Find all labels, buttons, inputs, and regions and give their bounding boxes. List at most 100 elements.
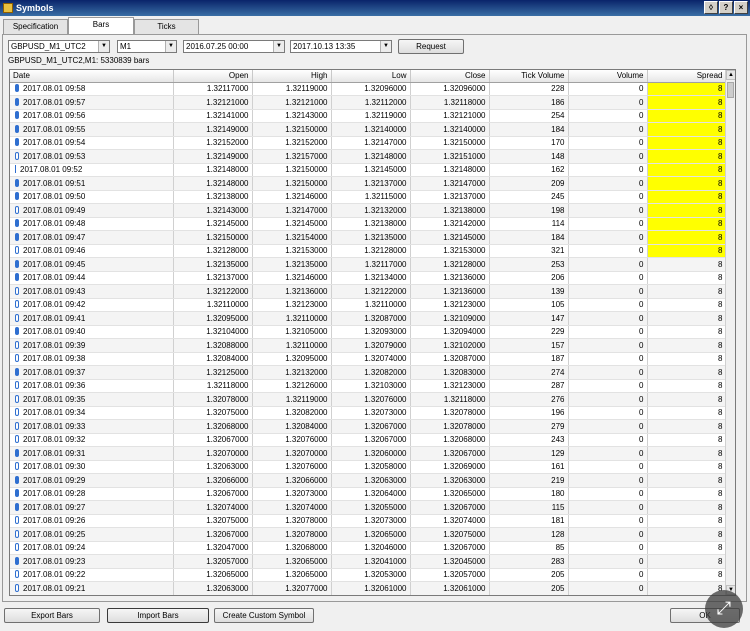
table-row[interactable]: 2017.08.01 09:35 1.32078000 1.32119000 1.32… (10, 392, 727, 407)
vol-cell: 0 (568, 365, 648, 380)
table-row[interactable]: 2017.08.01 09:51 1.32148000 1.32150000 1.32… (10, 176, 727, 191)
vol-cell: 0 (568, 325, 648, 339)
scroll-up-arrow-icon[interactable]: ▲ (726, 70, 735, 80)
table-row[interactable]: 2017.08.01 09:23 1.32057000 1.32065000 1.32… (10, 554, 727, 569)
table-row[interactable]: 2017.08.01 09:49 1.32143000 1.32147000 1.32… (10, 203, 727, 218)
table-row[interactable]: 2017.08.01 09:56 1.32141000 1.32143000 1.32… (10, 109, 727, 123)
column-header-open[interactable]: Open (173, 70, 253, 83)
request-button[interactable]: Request (398, 39, 464, 54)
open-cell: 1.32117000 (173, 82, 253, 96)
tick-cell: 85 (489, 541, 569, 555)
high-cell: 1.32110000 (252, 311, 332, 326)
date-text: 2017.08.01 09:25 (23, 529, 86, 539)
spread-cell: 8 (647, 136, 727, 150)
date-text: 2017.08.01 09:44 (23, 273, 86, 283)
table-row[interactable]: 2017.08.01 09:53 1.32149000 1.32157000 1.32… (10, 149, 727, 164)
date-to-picker[interactable]: 2017.10.13 13:35 ▼ (290, 40, 392, 53)
table-row[interactable]: 2017.08.01 09:46 1.32128000 1.32153000 1.32… (10, 244, 727, 258)
table-row[interactable]: 2017.08.01 09:29 1.32066000 1.32066000 1.32… (10, 473, 727, 488)
date-to-value: 2017.10.13 13:35 (293, 42, 356, 51)
tick-cell: 205 (489, 568, 569, 582)
table-row[interactable]: 2017.08.01 09:30 1.32063000 1.32076000 1.32… (10, 460, 727, 474)
tick-cell: 274 (489, 365, 569, 380)
column-header-close[interactable]: Close (410, 70, 490, 83)
chevron-down-icon[interactable]: ▼ (273, 41, 284, 52)
low-cell: 1.32053000 (331, 568, 411, 582)
table-row[interactable]: 2017.08.01 09:37 1.32125000 1.32132000 1.32… (10, 365, 727, 380)
low-cell: 1.32138000 (331, 217, 411, 231)
close-button[interactable]: × (734, 1, 748, 14)
tab-ticks[interactable]: Ticks (134, 19, 199, 34)
table-row[interactable]: 2017.08.01 09:21 1.32063000 1.32077000 1.32… (10, 581, 727, 595)
tab-bars[interactable]: Bars (68, 17, 134, 34)
open-cell: 1.32067000 (173, 487, 253, 501)
column-header-date[interactable]: Date (10, 70, 174, 83)
column-header-low[interactable]: Low (331, 70, 411, 83)
table-row[interactable]: 2017.08.01 09:50 1.32138000 1.32146000 1.32… (10, 190, 727, 204)
chevron-down-icon[interactable]: ▼ (380, 41, 391, 52)
table-row[interactable]: 2017.08.01 09:24 1.32047000 1.32068000 1.32… (10, 541, 727, 555)
table-row[interactable]: 2017.08.01 09:45 1.32135000 1.32135000 1.32… (10, 257, 727, 272)
date-cell: 2017.08.01 09:27 (10, 500, 174, 515)
table-row[interactable]: 2017.08.01 09:38 1.32084000 1.32095000 1.32… (10, 352, 727, 366)
table-row[interactable]: 2017.08.01 09:44 1.32137000 1.32146000 1.32… (10, 271, 727, 285)
spread-cell: 8 (647, 82, 727, 96)
low-cell: 1.32096000 (331, 82, 411, 96)
table-row[interactable]: 2017.08.01 09:54 1.32152000 1.32152000 1.32… (10, 136, 727, 150)
table-row[interactable]: 2017.08.01 09:41 1.32095000 1.32110000 1.32… (10, 311, 727, 326)
magnify-icon[interactable]: ⤢ (705, 590, 743, 628)
table-row[interactable]: 2017.08.01 09:57 1.32121000 1.32121000 1.32… (10, 95, 727, 110)
table-row[interactable]: 2017.08.01 09:48 1.32145000 1.32145000 1.32… (10, 217, 727, 231)
column-header-high[interactable]: High (252, 70, 332, 83)
vol-cell: 0 (568, 527, 648, 542)
low-cell: 1.32073000 (331, 406, 411, 420)
table-row[interactable]: 2017.08.01 09:39 1.32088000 1.32110000 1.32… (10, 338, 727, 353)
vertical-scrollbar[interactable]: ▲ ▼ (725, 70, 735, 595)
table-row[interactable]: 2017.08.01 09:28 1.32067000 1.32073000 1.32… (10, 487, 727, 501)
table-row[interactable]: 2017.08.01 09:22 1.32065000 1.32065000 1.32… (10, 568, 727, 582)
symbol-select[interactable]: GBPUSD_M1_UTC2 ▼ (8, 40, 110, 53)
chevron-down-icon[interactable]: ▼ (98, 41, 109, 52)
tick-cell: 128 (489, 527, 569, 542)
candle-icon (15, 138, 19, 147)
low-cell: 1.32140000 (331, 122, 411, 137)
high-cell: 1.32065000 (252, 554, 332, 569)
date-from-picker[interactable]: 2016.07.25 00:00 ▼ (183, 40, 285, 53)
open-cell: 1.32135000 (173, 257, 253, 272)
export-bars-button[interactable]: Export Bars (4, 608, 100, 623)
table-row[interactable]: 2017.08.01 09:47 1.32150000 1.32154000 1.32… (10, 230, 727, 245)
import-bars-button[interactable]: Import Bars (107, 608, 209, 623)
column-header-spread[interactable]: Spread (647, 70, 727, 83)
table-row[interactable]: 2017.08.01 09:27 1.32074000 1.32074000 1.32… (10, 500, 727, 515)
table-row[interactable]: 2017.08.01 09:36 1.32118000 1.32126000 1.32… (10, 379, 727, 393)
open-cell: 1.32066000 (173, 473, 253, 488)
tick-cell: 170 (489, 136, 569, 150)
tick-cell: 228 (489, 82, 569, 96)
scrollbar-thumb[interactable] (727, 82, 734, 98)
tab-strip: Specification Bars Ticks (3, 17, 199, 34)
tab-specification[interactable]: Specification (3, 19, 68, 34)
table-row[interactable]: 2017.08.01 09:34 1.32075000 1.32082000 1.32… (10, 406, 727, 420)
help-button[interactable]: ? (719, 1, 733, 14)
vol-cell: 0 (568, 109, 648, 123)
date-cell: 2017.08.01 09:40 (10, 325, 174, 339)
spread-cell: 8 (647, 446, 727, 461)
table-row[interactable]: 2017.08.01 09:26 1.32075000 1.32078000 1.32… (10, 514, 727, 528)
create-custom-symbol-button[interactable]: Create Custom Symbol (214, 608, 314, 623)
table-row[interactable]: 2017.08.01 09:58 1.32117000 1.32119000 1.32… (10, 82, 727, 96)
table-row[interactable]: 2017.08.01 09:52 1.32148000 1.32150000 1.32… (10, 163, 727, 177)
table-row[interactable]: 2017.08.01 09:42 1.32110000 1.32123000 1.32… (10, 298, 727, 312)
table-row[interactable]: 2017.08.01 09:25 1.32067000 1.32078000 1.32… (10, 527, 727, 542)
close-cell: 1.32067000 (410, 541, 490, 555)
column-header-volume[interactable]: Volume (568, 70, 648, 83)
table-row[interactable]: 2017.08.01 09:55 1.32149000 1.32150000 1.32… (10, 122, 727, 137)
table-row[interactable]: 2017.08.01 09:32 1.32067000 1.32076000 1.32… (10, 433, 727, 447)
table-row[interactable]: 2017.08.01 09:33 1.32068000 1.32084000 1.32… (10, 419, 727, 434)
table-row[interactable]: 2017.08.01 09:31 1.32070000 1.32070000 1.32… (10, 446, 727, 461)
table-row[interactable]: 2017.08.01 09:40 1.32104000 1.32105000 1.32… (10, 325, 727, 339)
minimize-button[interactable]: ◊ (704, 1, 718, 14)
table-row[interactable]: 2017.08.01 09:43 1.32122000 1.32136000 1.32… (10, 284, 727, 299)
timeframe-select[interactable]: M1 ▼ (117, 40, 177, 53)
column-header-tick-volume[interactable]: Tick Volume (489, 70, 569, 83)
chevron-down-icon[interactable]: ▼ (165, 41, 176, 52)
